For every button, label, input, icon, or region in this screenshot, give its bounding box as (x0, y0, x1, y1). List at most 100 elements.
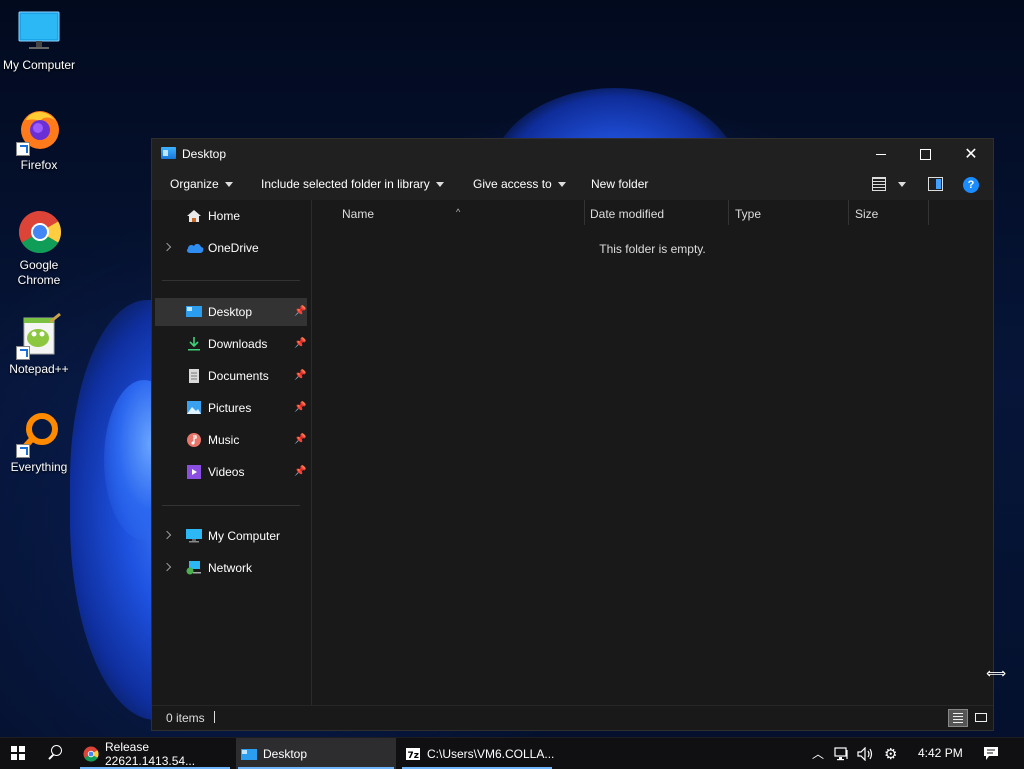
settings-gear-icon[interactable]: ⚙ (884, 745, 897, 763)
notepadpp-icon (16, 312, 62, 360)
close-icon: ✕ (964, 144, 978, 163)
pin-icon[interactable]: 📌 (294, 434, 306, 445)
column-header-label: Size (855, 207, 879, 221)
nav-item-onedrive[interactable]: OneDrive (155, 234, 307, 262)
nav-item-desktop[interactable]: Desktop 📌 (155, 298, 307, 326)
view-options-chevron-icon[interactable] (898, 182, 906, 187)
column-header-type[interactable]: Type (729, 200, 848, 225)
nav-item-label: My Computer (208, 529, 281, 543)
status-divider (214, 711, 215, 723)
nav-item-music[interactable]: Music 📌 (155, 426, 307, 454)
show-hidden-icons-chevron-icon[interactable]: ︿ (812, 745, 824, 762)
column-divider[interactable] (928, 200, 929, 225)
maximize-icon (919, 148, 931, 160)
chevron-down-icon (435, 181, 444, 187)
item-count: 0 items (166, 711, 205, 725)
chrome-icon (83, 746, 99, 762)
taskbar-app-7zip[interactable]: 7z C:\Users\VM6.COLLA... (400, 738, 554, 769)
volume-icon[interactable] (857, 746, 875, 764)
monitor-icon (16, 8, 62, 54)
network-status-icon[interactable] (834, 747, 850, 764)
notifications-icon[interactable] (983, 746, 999, 764)
nav-item-home[interactable]: Home (155, 202, 307, 230)
svg-text:7z: 7z (408, 751, 420, 761)
desktop-shortcut-my-computer[interactable]: My Computer (0, 8, 78, 73)
nav-item-pictures[interactable]: Pictures 📌 (155, 394, 307, 422)
desktop-shortcut-label: Everything (10, 460, 68, 474)
pin-icon[interactable]: 📌 (294, 306, 306, 317)
everything-search-icon (16, 410, 62, 458)
desktop-shortcut-everything[interactable]: Everything (0, 410, 78, 475)
chevron-right-icon[interactable] (162, 242, 172, 252)
taskbar-app-explorer[interactable]: Desktop (236, 738, 396, 769)
organize-menu[interactable]: Organize (170, 177, 233, 191)
pin-icon[interactable]: 📌 (294, 402, 306, 413)
nav-item-label: Music (208, 433, 240, 447)
nav-item-downloads[interactable]: Downloads 📌 (155, 330, 307, 358)
nav-item-videos[interactable]: Videos 📌 (155, 458, 307, 486)
status-bar: 0 items (152, 705, 993, 730)
column-header-label: Date modified (590, 207, 665, 221)
sort-ascending-icon: ^ (456, 207, 461, 217)
change-view-icon[interactable] (872, 177, 886, 191)
pin-icon[interactable]: 📌 (294, 466, 306, 477)
command-bar: Organize Include selected folder in libr… (152, 169, 993, 200)
7zip-icon: 7z (405, 746, 421, 762)
preview-pane-icon[interactable] (928, 177, 943, 191)
close-button[interactable]: ✕ (948, 139, 994, 169)
file-list-pane[interactable]: Name ^ Date modified Type Size This fold… (312, 200, 993, 706)
search-icon[interactable] (47, 745, 63, 761)
nav-item-label: Documents (208, 369, 269, 383)
documents-icon (186, 369, 202, 383)
large-icons-view-icon[interactable] (972, 709, 990, 727)
minimize-button[interactable] (858, 139, 904, 169)
desktop-shortcut-chrome[interactable]: Google Chrome (0, 208, 78, 288)
nav-item-documents[interactable]: Documents 📌 (155, 362, 307, 390)
column-header-date-modified[interactable]: Date modified (585, 200, 728, 225)
chevron-down-icon (557, 181, 566, 187)
firefox-icon (16, 108, 62, 156)
nav-item-network[interactable]: Network (155, 554, 307, 582)
maximize-button[interactable] (902, 139, 948, 169)
taskbar-clock[interactable]: 4:42 PM (918, 746, 963, 760)
chevron-right-icon[interactable] (162, 530, 172, 540)
nav-item-label: Desktop (208, 305, 253, 319)
column-header-label: Name (342, 207, 375, 221)
desktop-shortcut-firefox[interactable]: Firefox (0, 108, 78, 173)
windows-start-icon[interactable] (11, 746, 25, 760)
desktop-shortcut-label: Google Chrome (17, 258, 61, 287)
nav-item-my-computer[interactable]: My Computer (155, 522, 307, 550)
pictures-icon (186, 401, 202, 415)
system-tray: ︿ (812, 738, 824, 769)
give-access-menu[interactable]: Give access to (473, 177, 566, 191)
details-view-icon[interactable] (948, 709, 968, 727)
desktop-shortcut-label: Firefox (20, 158, 58, 172)
new-folder-button[interactable]: New folder (591, 177, 648, 191)
new-folder-label: New folder (591, 177, 649, 191)
nav-divider (162, 280, 300, 281)
shortcut-arrow-icon (16, 142, 30, 156)
desktop-shortcut-notepadpp[interactable]: Notepad++ (0, 312, 78, 377)
desktop-icon (186, 305, 202, 319)
help-icon[interactable]: ? (963, 177, 979, 193)
column-header-size[interactable]: Size (849, 200, 928, 225)
pin-icon[interactable]: 📌 (294, 338, 306, 349)
taskbar: Release 22621.1413.54... Desktop 7z C:\U… (0, 737, 1024, 769)
column-header-name[interactable]: Name ^ (312, 200, 584, 225)
taskbar-app-label: Desktop (263, 746, 308, 761)
desktop-shortcut-label: My Computer (2, 58, 76, 72)
download-icon (186, 337, 202, 351)
include-in-library-menu[interactable]: Include selected folder in library (261, 177, 444, 191)
network-icon (186, 561, 202, 575)
home-icon (186, 209, 202, 223)
navigation-pane: Home OneDrive Desktop 📌 Downloads 📌 Docu… (152, 200, 311, 706)
desktop-shortcut-label: Notepad++ (9, 362, 69, 376)
nav-item-label: Home (208, 209, 241, 223)
pin-icon[interactable]: 📌 (294, 370, 306, 381)
taskbar-app-chrome[interactable]: Release 22621.1413.54... (78, 738, 232, 769)
onedrive-icon (186, 241, 204, 255)
chevron-right-icon[interactable] (162, 562, 172, 572)
taskbar-app-label: Release 22621.1413.54... (105, 739, 196, 768)
title-bar[interactable]: Desktop ✕ (152, 139, 993, 169)
nav-divider (162, 505, 300, 506)
